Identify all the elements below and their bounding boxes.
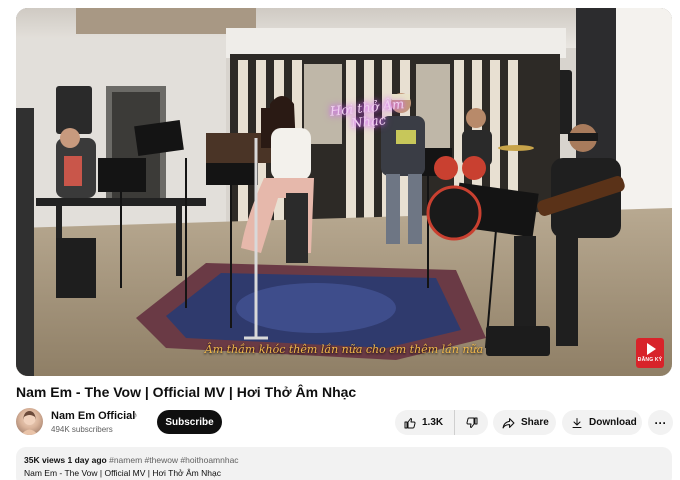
subscribe-watermark[interactable]: ĐĂNG KÝ	[636, 338, 664, 368]
video-title: Nam Em - The Vow | Official MV | Hơi Thở…	[16, 384, 357, 400]
subscribe-watermark-label: ĐĂNG KÝ	[637, 357, 663, 363]
share-label: Share	[521, 417, 549, 428]
description-box[interactable]: 35K views 1 day ago #namem #thewow #hoit…	[16, 447, 672, 480]
more-actions-button[interactable]: ···	[648, 410, 673, 435]
thumbs-up-icon	[404, 417, 416, 428]
hashtags[interactable]: #namem #thewow #hoithoamnhac	[109, 455, 238, 465]
video-subtitle: Âm thầm khóc thêm lần nữa cho em thêm lầ…	[204, 343, 484, 356]
like-button[interactable]: 1.3K	[395, 410, 455, 435]
upload-date: 1 day ago	[67, 455, 107, 465]
share-icon	[502, 417, 515, 428]
subscriber-count: 494K subscribers	[51, 425, 113, 434]
download-button[interactable]: Download	[562, 410, 642, 435]
subscribe-button[interactable]: Subscribe	[157, 410, 222, 434]
share-button[interactable]: Share	[493, 410, 556, 435]
like-dislike-group: 1.3K	[395, 410, 488, 435]
description-text: Nam Em - The Vow | Official MV | Hơi Thở…	[24, 468, 221, 478]
video-player[interactable]: Hơi thở Âm Nhạc Âm thầm khóc thêm lần nữ…	[16, 8, 672, 376]
thumbs-down-icon	[465, 417, 477, 428]
dislike-button[interactable]	[455, 410, 488, 435]
channel-avatar[interactable]	[16, 408, 43, 435]
description-meta: 35K views 1 day ago #namem #thewow #hoit…	[24, 455, 239, 465]
channel-name[interactable]: Nam Em Official	[51, 410, 135, 422]
view-count: 35K views	[24, 455, 66, 465]
download-label: Download	[589, 417, 637, 428]
download-icon	[572, 417, 582, 428]
video-frame	[16, 8, 672, 376]
like-count: 1.3K	[422, 417, 444, 428]
music-note-icon: ♪	[133, 410, 138, 420]
play-icon	[646, 343, 656, 355]
avatar-image	[21, 411, 38, 435]
